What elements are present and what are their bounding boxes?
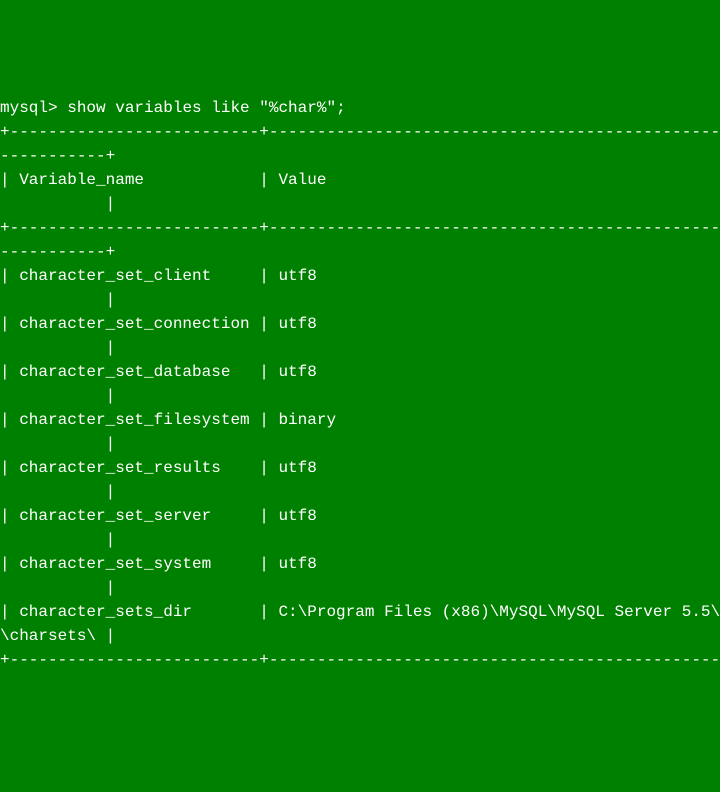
- table-row-wrap: |: [0, 579, 115, 597]
- table-row-wrap: |: [0, 339, 115, 357]
- var-name: character_set_filesystem: [19, 411, 249, 429]
- table-row: | character_set_client | utf8: [0, 267, 720, 285]
- header-col2: Value: [278, 171, 326, 189]
- var-value: utf8: [278, 315, 316, 333]
- var-name: character_set_results: [19, 459, 221, 477]
- var-name: character_set_system: [19, 555, 211, 573]
- table-row: | character_set_server | utf8: [0, 507, 720, 525]
- table-row-wrap: \charsets\ |: [0, 627, 115, 645]
- table-separator: +--------------------------+------------…: [0, 123, 720, 141]
- var-name: character_sets_dir: [19, 603, 192, 621]
- var-value: utf8: [278, 363, 316, 381]
- table-row: | character_set_connection | utf8: [0, 315, 720, 333]
- var-name: character_set_client: [19, 267, 211, 285]
- table-header-row-wrap: |: [0, 195, 115, 213]
- table-row: | character_set_database | utf8: [0, 363, 720, 381]
- table-row-wrap: |: [0, 291, 115, 309]
- table-row-wrap: |: [0, 387, 115, 405]
- header-col1: Variable_name: [19, 171, 144, 189]
- table-row-wrap: |: [0, 483, 115, 501]
- var-value: utf8: [278, 507, 316, 525]
- var-value: utf8: [278, 267, 316, 285]
- table-separator: +--------------------------+------------…: [0, 219, 720, 237]
- table-row-wrap: |: [0, 531, 115, 549]
- mysql-command: show variables like "%char%";: [67, 99, 345, 117]
- var-name: character_set_connection: [19, 315, 249, 333]
- table-row-wrap: |: [0, 435, 115, 453]
- var-name: character_set_database: [19, 363, 230, 381]
- var-value: binary: [278, 411, 336, 429]
- table-separator: -----------+: [0, 147, 115, 165]
- table-row: | character_set_filesystem | binary: [0, 411, 720, 429]
- table-row: | character_set_results | utf8: [0, 459, 720, 477]
- table-header-row: | Variable_name | Value: [0, 171, 720, 189]
- table-row: | character_set_system | utf8: [0, 555, 720, 573]
- var-value: utf8: [278, 459, 316, 477]
- mysql-terminal: mysql> show variables like "%char%"; +--…: [0, 96, 720, 672]
- var-name: character_set_server: [19, 507, 211, 525]
- table-separator: -----------+: [0, 243, 115, 261]
- var-value: utf8: [278, 555, 316, 573]
- table-row: | character_sets_dir | C:\Program Files …: [0, 603, 720, 621]
- mysql-prompt: mysql>: [0, 99, 67, 117]
- table-separator: +--------------------------+------------…: [0, 651, 720, 669]
